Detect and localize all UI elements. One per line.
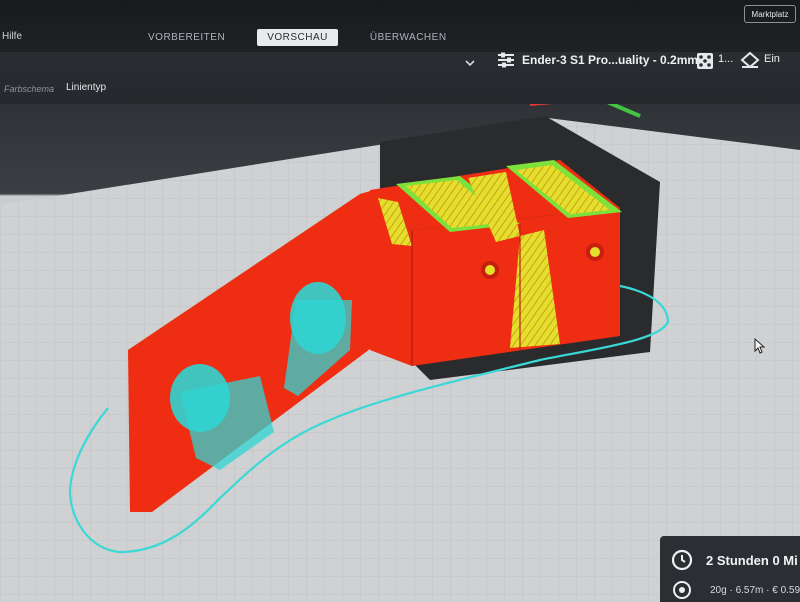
tab-monitor[interactable]: ÜBERWACHEN [360, 29, 457, 46]
menu-help[interactable]: Hilfe [2, 31, 22, 42]
adhesion-icon [740, 51, 760, 69]
stage-tabs: VORBEREITEN VORSCHAU ÜBERWACHEN [138, 26, 457, 48]
mouse-pointer-icon [754, 338, 766, 354]
color-scheme-value[interactable]: Linientyp [66, 82, 106, 93]
print-estimate-panel[interactable]: 2 Stunden 0 Mi 20g · 6.57m · € 0.59 [660, 536, 800, 602]
clock-icon [671, 549, 693, 571]
material-cost-label: 20g · 6.57m · € 0.59 [710, 585, 800, 596]
printer-profile-name[interactable]: Ender-3 S1 Pro...uality - 0.2mm [522, 53, 698, 67]
screw-hole-2-infill [590, 247, 600, 257]
printer-settings-panel[interactable]: Ender-3 S1 Pro...uality - 0.2mm 1... Ein [488, 45, 800, 79]
tab-preview[interactable]: VORSCHAU [257, 28, 338, 46]
screw-hole-1-infill [485, 265, 495, 275]
support-icon [697, 53, 713, 69]
tab-prepare[interactable]: VORBEREITEN [138, 29, 235, 46]
sliders-icon[interactable] [496, 51, 516, 69]
3d-viewport[interactable] [0, 104, 800, 602]
color-scheme-label: Farbschema [4, 84, 55, 94]
marketplace-button[interactable]: Marktplatz [744, 5, 796, 23]
layer-preview-scene [0, 104, 800, 602]
adhesion-value: Ein [764, 53, 780, 65]
print-time-label: 2 Stunden 0 Mi [706, 553, 798, 568]
spool-icon [673, 581, 691, 599]
chevron-down-icon[interactable] [463, 58, 477, 68]
axis-y-indicator [606, 104, 641, 118]
infill-value: 1... [718, 53, 734, 65]
